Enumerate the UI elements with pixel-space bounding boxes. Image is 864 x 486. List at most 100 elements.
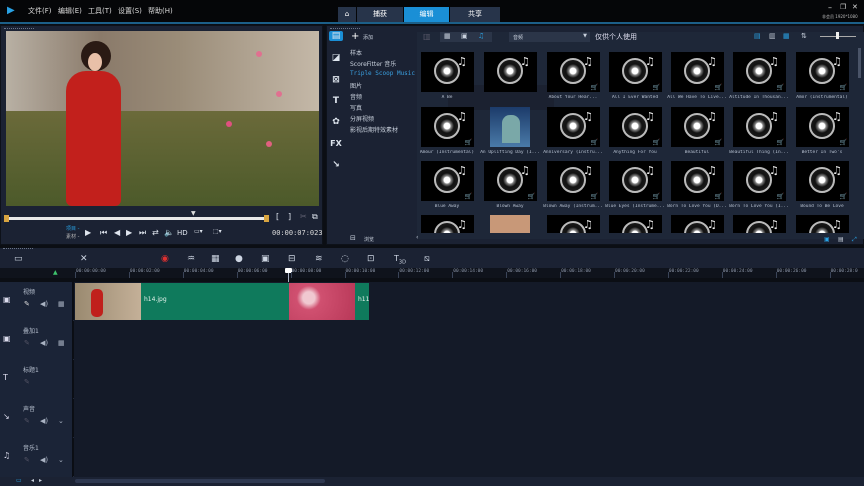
audio-filter-icon[interactable]: ♫ — [478, 32, 484, 40]
trim-start-handle[interactable] — [4, 215, 9, 222]
library-item[interactable]: ♫ 🛒 — [421, 161, 474, 201]
thumb-view-icon[interactable]: ▦ — [783, 32, 790, 40]
track-body[interactable] — [74, 399, 864, 438]
3d-title-icon[interactable]: T3D — [394, 254, 406, 266]
voice-track-icon[interactable]: ↘ — [3, 412, 10, 421]
library-item[interactable]: ♫ 🛒 — [796, 52, 849, 92]
menu-edit[interactable]: 编辑(E) — [58, 6, 82, 16]
ripple-edit-icon[interactable]: ✎ — [24, 300, 30, 308]
scrubber-handle[interactable]: ▼ — [191, 210, 196, 217]
video-track-icon[interactable]: ▣ — [3, 295, 11, 304]
library-item[interactable]: ♫ — [421, 215, 474, 233]
library-item[interactable]: ♫ 🛒 — [547, 107, 600, 147]
view-option3-icon[interactable]: ⤢ — [852, 236, 857, 244]
go-start-button[interactable]: ⏮ — [100, 228, 107, 238]
library-item[interactable]: ♫ 🛒 — [609, 52, 662, 92]
track-volume-icon[interactable]: ◀) — [40, 339, 48, 347]
restore-button[interactable]: ❐ — [840, 3, 846, 11]
library-item[interactable]: ♫ — [733, 215, 786, 233]
ripple-edit-icon[interactable]: ✎ — [24, 456, 30, 464]
mark-out-button[interactable]: ] — [288, 212, 291, 221]
timecode[interactable]: 00:00:07:023 — [272, 229, 323, 237]
panel-grip[interactable] — [4, 28, 34, 30]
track-volume-icon[interactable]: ◀) — [40, 456, 48, 464]
timeline-clip[interactable]: h14.jpg — [75, 283, 289, 320]
tab-edit[interactable]: 编辑 — [404, 7, 449, 22]
track-visibility-icon[interactable]: ▦ — [58, 339, 65, 347]
zoom-fit-icon[interactable]: ▲ — [53, 269, 58, 276]
scroll-right-icon[interactable]: ▸ — [39, 477, 42, 484]
library-item[interactable] — [490, 107, 530, 147]
category-item[interactable]: Triple Scoop Music — [350, 70, 415, 77]
fx-filter-icon[interactable]: FX — [329, 139, 343, 148]
pan-zoom-icon[interactable]: ⊡ — [367, 254, 375, 264]
repeat-icon[interactable]: ⇄ — [152, 228, 159, 237]
library-item[interactable]: ♫ 🛒 — [796, 161, 849, 201]
track-body[interactable] — [74, 438, 864, 477]
music-track-icon[interactable]: ♫ — [3, 451, 10, 460]
trim-bar[interactable] — [6, 217, 268, 220]
menu-settings[interactable]: 设置(S) — [118, 6, 142, 16]
view-option-icon[interactable]: ▣ — [824, 236, 830, 243]
category-item[interactable]: ScoreFitter 音乐 — [350, 59, 396, 68]
hd-button[interactable]: HD — [177, 229, 188, 237]
category-item[interactable]: 影视后期特效素材 — [350, 125, 398, 134]
category-item[interactable]: 音频 — [350, 92, 362, 101]
add-folder-button[interactable]: 添加 — [363, 34, 373, 41]
library-item[interactable]: ♫ 🛒 — [609, 161, 662, 201]
library-item[interactable]: ♫ 🛒 — [547, 52, 600, 92]
close-button[interactable]: ✕ — [852, 3, 858, 11]
mask-creator-icon[interactable]: ◌ — [341, 254, 349, 264]
library-item[interactable]: ♫ 🛒 — [733, 107, 786, 147]
crop-button[interactable]: ⬚▾ — [213, 228, 222, 235]
menu-help[interactable]: 帮助(H) — [148, 6, 173, 16]
menu-tools[interactable]: 工具(T) — [88, 6, 112, 16]
track-volume-icon[interactable]: ◀) — [40, 417, 48, 425]
trim-end-handle[interactable] — [264, 215, 269, 222]
library-item[interactable]: ♫ 🛒 — [796, 107, 849, 147]
track-body[interactable]: h14.jpg h11 — [74, 282, 864, 321]
ripple-edit-icon[interactable]: ✎ — [24, 378, 30, 386]
split-screen-icon[interactable]: ⧅ — [424, 254, 430, 264]
view-option2-icon[interactable]: ▤ — [838, 236, 844, 243]
track-volume-icon[interactable]: ◀) — [40, 300, 48, 308]
library-item[interactable]: ♫ 🛒 — [609, 107, 662, 147]
panel-grip[interactable] — [330, 28, 360, 30]
add-icon[interactable]: + — [351, 31, 359, 42]
prev-frame-button[interactable]: ◀ — [114, 228, 120, 237]
scroll-left-icon[interactable]: ◂ — [31, 477, 34, 484]
library-item[interactable]: ♫ 🛒 — [671, 107, 724, 147]
timeline-clip[interactable]: h11 — [289, 283, 369, 320]
browse-icon[interactable]: ⊟ — [350, 234, 356, 242]
overlay-track-icon[interactable]: ▣ — [3, 334, 11, 343]
split-button[interactable]: ✂ — [300, 212, 307, 221]
media-library-icon[interactable]: ▤ — [329, 31, 343, 41]
track-visibility-icon[interactable]: ▦ — [58, 300, 65, 308]
library-item[interactable]: ♫ 🛒 — [671, 161, 724, 201]
play-button[interactable]: ▶ — [85, 228, 91, 237]
detail-view-icon[interactable]: ▥ — [769, 32, 776, 40]
instant-project-icon[interactable]: ◪ — [329, 53, 343, 63]
volume-icon[interactable]: 🔈 — [164, 228, 174, 237]
library-item[interactable]: ♫ — [671, 215, 724, 233]
browse-button[interactable]: 浏览 — [364, 236, 374, 243]
library-item[interactable]: ♫ 🛒 — [547, 161, 600, 201]
photo-filter-icon[interactable]: ▣ — [461, 32, 468, 40]
track-body[interactable] — [74, 360, 864, 399]
auto-music-icon[interactable]: ▦ — [211, 254, 220, 264]
transition-icon[interactable]: ⊠ — [329, 75, 343, 85]
path-icon[interactable]: ↘ — [329, 160, 343, 170]
ripple-edit-icon[interactable]: ✎ — [24, 339, 30, 347]
mark-in-button[interactable]: [ — [276, 212, 279, 221]
timeline-scrollbar[interactable] — [75, 479, 325, 483]
video-filter-icon[interactable]: ▦ — [444, 32, 451, 40]
home-tab[interactable]: ⌂ — [338, 7, 356, 22]
go-end-button[interactable]: ⏭ — [139, 228, 146, 238]
tab-share[interactable]: 共享 — [450, 7, 500, 22]
category-item[interactable]: 写真 — [350, 103, 362, 112]
expand-icon[interactable]: ⌄ — [58, 417, 64, 425]
library-item[interactable]: ♫ 🛒 — [484, 161, 537, 201]
library-item[interactable]: ♫ 🛒 — [421, 107, 474, 147]
tab-capture[interactable]: 捕获 — [357, 7, 403, 22]
library-item[interactable]: ♫ 🛒 — [733, 161, 786, 201]
